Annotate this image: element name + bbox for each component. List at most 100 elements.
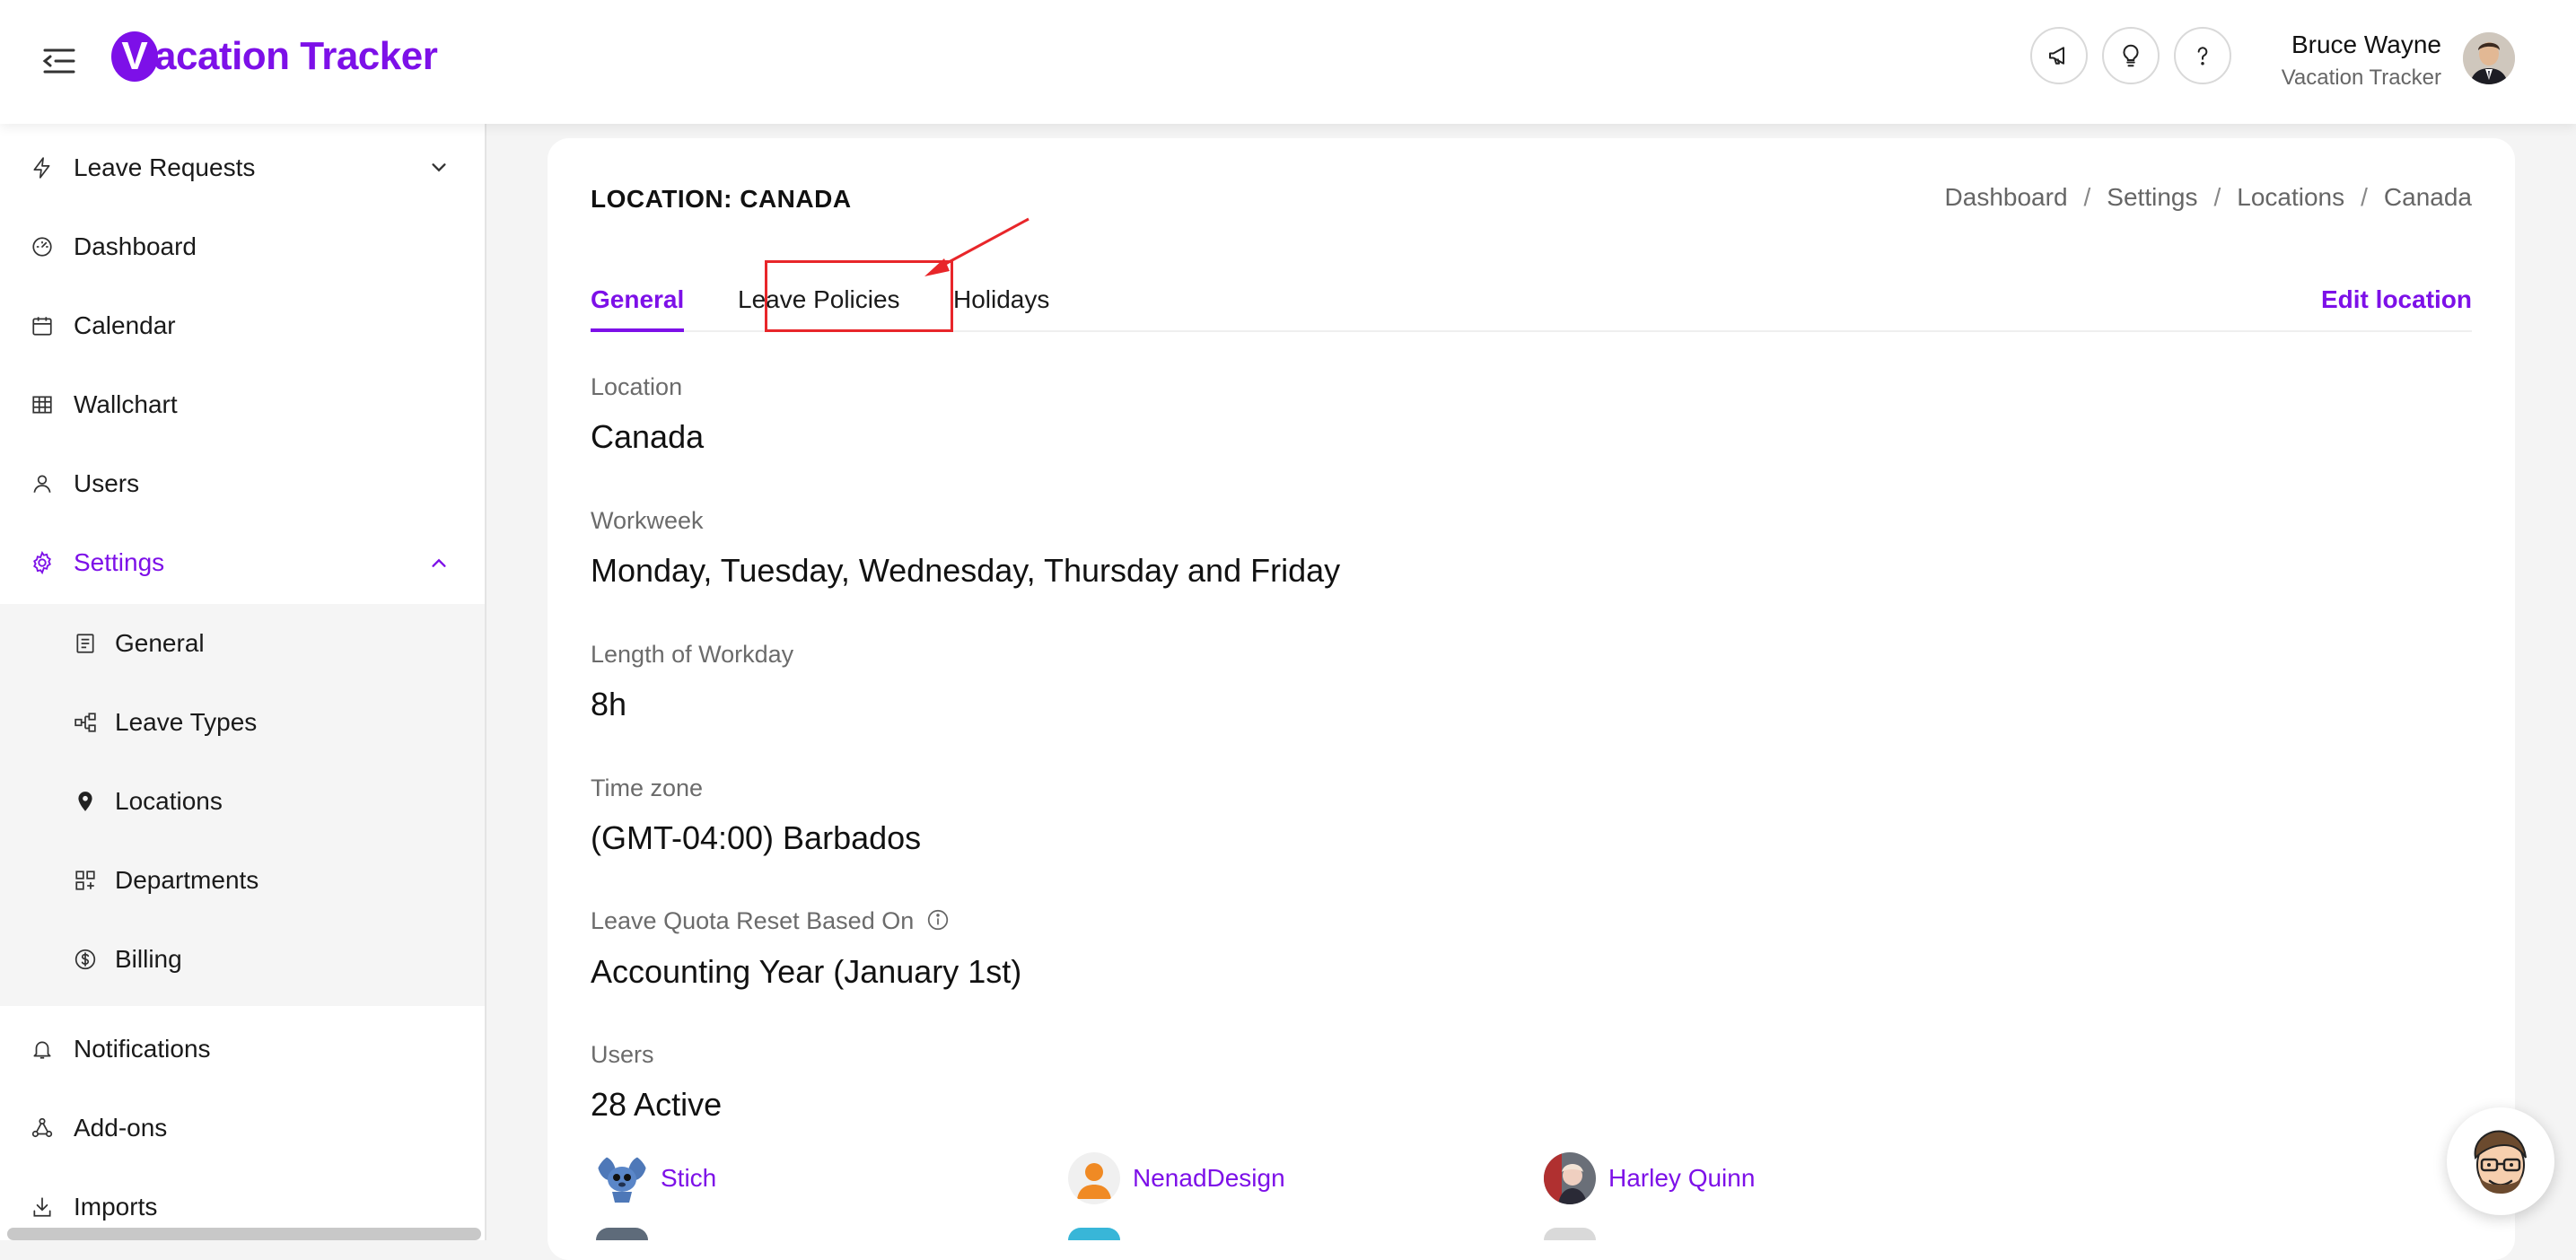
sidebar-item-wallchart[interactable]: Wallchart (0, 365, 485, 444)
tab-general[interactable]: General (591, 282, 685, 332)
chevron-up-icon[interactable] (429, 550, 449, 570)
sidebar-subitem-billing[interactable]: Billing (0, 920, 485, 999)
sidebar-item-calendar[interactable]: Calendar (0, 286, 485, 365)
sidebar-item-label: Dashboard (74, 232, 197, 260)
megaphone-icon (2049, 47, 2064, 65)
question-icon (2197, 47, 2208, 66)
sidebar-item-label: Locations (115, 787, 223, 815)
sidebar-item-label: General (115, 629, 205, 657)
user-name: Harley Quinn (1608, 1164, 1756, 1192)
quota-reset-value: Accounting Year (January 1st) (591, 953, 1022, 990)
import-icon (29, 1194, 56, 1221)
sidebar-item-add-ons[interactable]: Add-ons (0, 1089, 485, 1168)
gear-icon (29, 549, 56, 576)
user-link-stich[interactable]: Stich (596, 1152, 716, 1204)
users-count: 28 Active (591, 1086, 723, 1123)
sidebar-item-label: Leave Types (115, 708, 258, 736)
timezone-value: (GMT-04:00) Barbados (591, 819, 922, 856)
quota-reset-label: Leave Quota Reset Based On (591, 907, 950, 935)
user-link-harley-quinn[interactable]: Harley Quinn (1544, 1152, 1755, 1204)
sidebar-item-users[interactable]: Users (0, 444, 485, 523)
app-logo[interactable]: V acation Tracker (111, 28, 438, 85)
user-link-nenaddesign[interactable]: NenadDesign (1068, 1152, 1285, 1204)
sidebar-item-label: Settings (74, 548, 165, 576)
breadcrumb: Dashboard / Settings / Locations / Canad… (1945, 183, 2472, 212)
user-avatar (596, 1228, 648, 1240)
user-avatar (1544, 1152, 1596, 1204)
announcements-button[interactable] (2030, 27, 2088, 84)
breadcrumb-settings[interactable]: Settings (2107, 183, 2197, 212)
user-name: Stich (661, 1164, 717, 1192)
sidebar-item-label: Leave Requests (74, 153, 256, 181)
user-name: NenadDesign (1133, 1164, 1285, 1192)
sidebar-item-settings[interactable]: Settings (0, 523, 485, 602)
edit-location-link[interactable]: Edit location (2321, 282, 2472, 318)
tab-holidays[interactable]: Holidays (953, 282, 1049, 332)
suggestions-button[interactable] (2102, 27, 2160, 84)
user-menu[interactable]: Bruce Wayne Vacation Tracker (2282, 27, 2441, 93)
sidebar-item-dashboard[interactable]: Dashboard (0, 207, 485, 286)
user-avatar[interactable] (2463, 32, 2515, 84)
info-icon[interactable] (926, 908, 950, 932)
sidebar-item-label: Calendar (74, 311, 176, 339)
workweek-value: Monday, Tuesday, Wednesday, Thursday and… (591, 552, 1341, 589)
location-value: Canada (591, 418, 705, 455)
annotation-arrow (924, 217, 1030, 276)
grid-plus-icon (72, 867, 99, 894)
chevron-down-icon[interactable] (429, 155, 449, 175)
page-title: LOCATION: CANADA (591, 185, 852, 213)
user-avatar (596, 1152, 648, 1204)
settings-submenu: General Leave Types Locations Department… (0, 604, 485, 1006)
sidebar-item-label: Users (74, 469, 140, 497)
menu-collapse-icon[interactable] (41, 45, 77, 77)
sidebar-subitem-departments[interactable]: Departments (0, 841, 485, 920)
nodes-icon (72, 709, 99, 736)
tab-leave-policies-label: Leave Policies (738, 285, 900, 313)
timezone-label: Time zone (591, 774, 704, 801)
gauge-icon (29, 233, 56, 260)
logo-text: acation Tracker (154, 34, 438, 78)
user-name: Bruce Wayne (2291, 31, 2441, 58)
sidebar-subitem-general[interactable]: General (0, 604, 485, 683)
user-icon (29, 470, 56, 497)
users-label: Users (591, 1041, 654, 1068)
sidebar-item-leave-requests[interactable]: Leave Requests (0, 128, 485, 207)
breadcrumb-current: Canada (2383, 183, 2472, 211)
sidebar-item-label: Billing (115, 945, 182, 973)
user-avatar (1068, 1228, 1120, 1240)
location-card: LOCATION: CANADA Dashboard / Settings / … (548, 138, 2515, 1260)
quota-reset-label-text: Leave Quota Reset Based On (591, 907, 915, 934)
bell-icon (29, 1036, 56, 1063)
workday-length-value: 8h (591, 686, 627, 722)
sidebar-scrollbar[interactable] (7, 1228, 481, 1240)
user-avatar (1068, 1152, 1120, 1204)
lightning-icon (29, 154, 56, 181)
support-chat-button[interactable] (2447, 1107, 2554, 1215)
sidebar-item-label: Wallchart (74, 390, 178, 418)
sidebar-subitem-leave-types[interactable]: Leave Types (0, 683, 485, 762)
document-icon (72, 630, 99, 657)
user-organization: Vacation Tracker (2281, 66, 2441, 90)
logo-mark: V (111, 31, 158, 82)
location-label: Location (591, 373, 683, 400)
sidebar-item-label: Departments (115, 866, 259, 894)
user-avatar (1544, 1228, 1596, 1240)
sidebar-item-label: Add-ons (74, 1114, 168, 1142)
integrations-icon (29, 1115, 56, 1142)
table-icon (29, 391, 56, 418)
help-button[interactable] (2174, 27, 2231, 84)
sidebar-item-label: Notifications (74, 1035, 211, 1063)
top-header: V acation Tracker Bruce Wayne Vacation T… (0, 0, 2576, 124)
sidebar-item-label: Imports (74, 1193, 158, 1221)
breadcrumb-locations[interactable]: Locations (2237, 183, 2344, 212)
lightbulb-icon (2123, 44, 2139, 67)
sidebar-subitem-locations[interactable]: Locations (0, 762, 485, 841)
support-avatar-icon (2459, 1120, 2542, 1203)
workday-length-label: Length of Workday (591, 641, 794, 668)
calendar-icon (29, 312, 56, 339)
breadcrumb-dashboard[interactable]: Dashboard (1945, 183, 2068, 212)
sidebar-item-notifications[interactable]: Notifications (0, 1010, 485, 1089)
map-pin-icon (72, 788, 99, 815)
dollar-icon (72, 946, 99, 973)
breadcrumb-separator: / (2213, 183, 2221, 211)
